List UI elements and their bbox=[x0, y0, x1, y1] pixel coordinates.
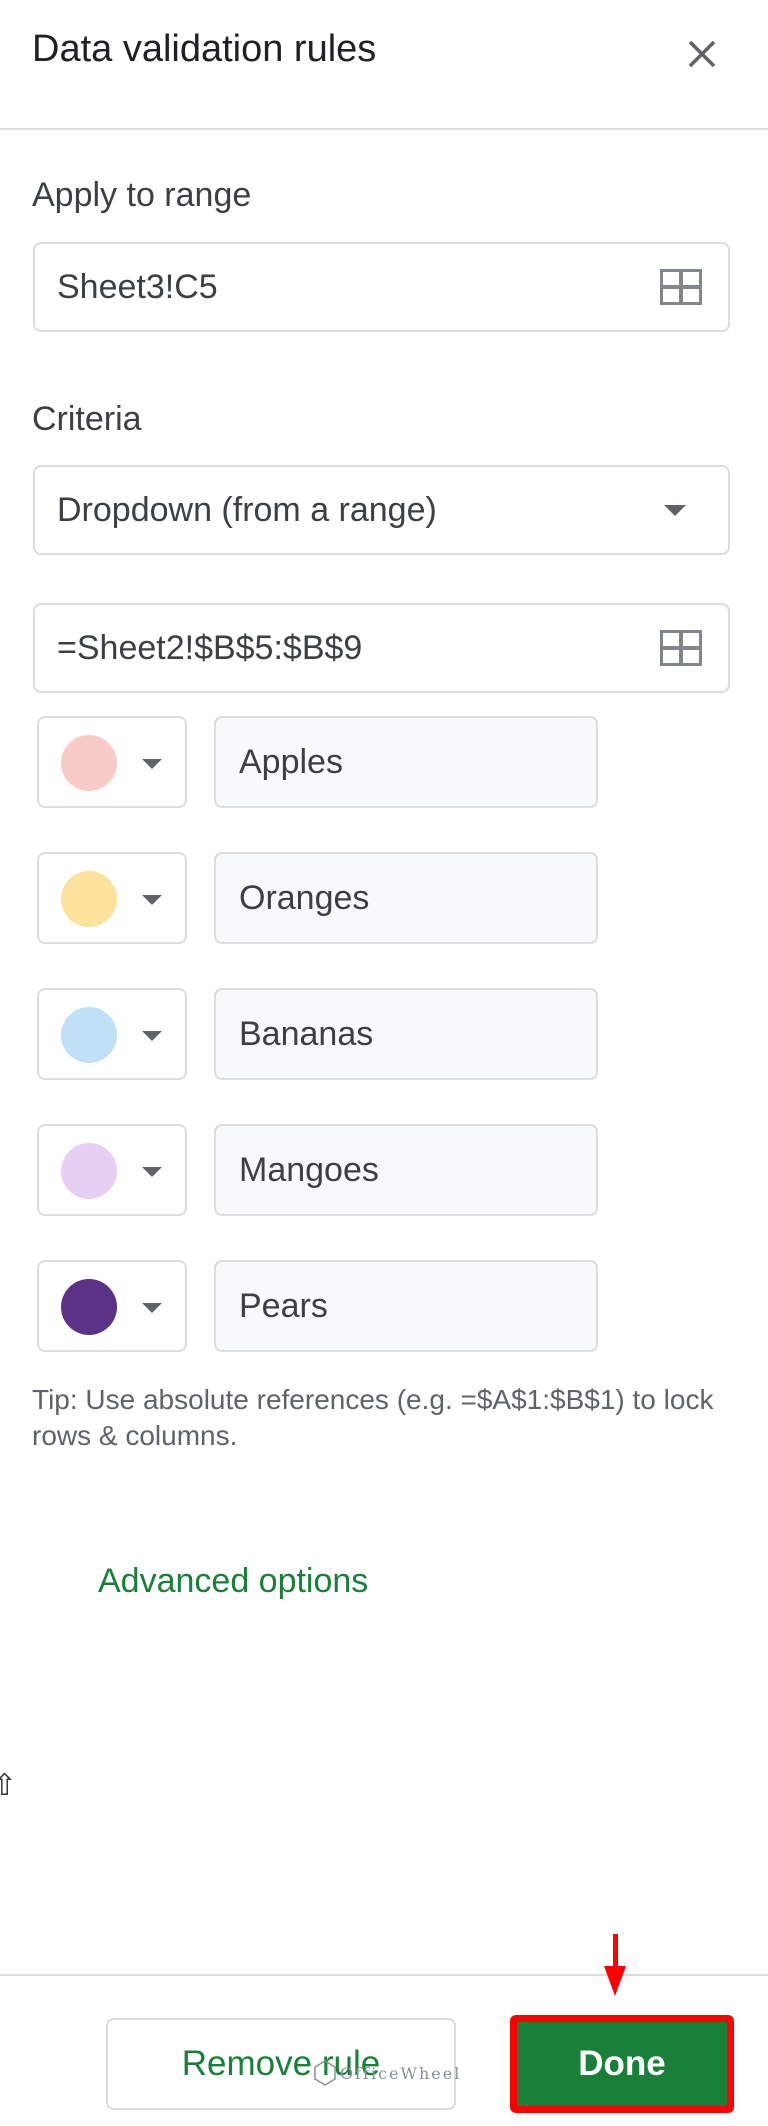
criteria-type-select[interactable]: Dropdown (from a range) bbox=[33, 465, 730, 555]
done-label: Done bbox=[578, 2044, 666, 2083]
apply-to-range-label: Apply to range bbox=[32, 176, 252, 214]
close-icon bbox=[688, 40, 716, 68]
footer-divider bbox=[0, 1974, 768, 1976]
chevron-down-icon bbox=[142, 1167, 162, 1177]
watermark-logo-icon bbox=[314, 2060, 336, 2086]
watermark: OfficeWheel bbox=[314, 2060, 461, 2086]
watermark-text: OfficeWheel bbox=[340, 2063, 462, 2083]
dropdown-item-input[interactable]: Bananas bbox=[214, 988, 598, 1080]
color-swatch-icon bbox=[61, 1007, 117, 1063]
dropdown-item-input[interactable]: Apples bbox=[214, 716, 598, 808]
color-picker-button[interactable] bbox=[37, 852, 187, 944]
close-button[interactable] bbox=[682, 34, 722, 74]
criteria-range-value[interactable]: =Sheet2!$B$5:$B$9 bbox=[57, 629, 660, 668]
color-picker-button[interactable] bbox=[37, 1124, 187, 1216]
mouse-cursor-icon: ⇧ bbox=[0, 1769, 18, 1802]
dropdown-item-value[interactable]: Oranges bbox=[239, 879, 369, 918]
advanced-options-link[interactable]: Advanced options bbox=[98, 1562, 368, 1601]
chevron-down-icon bbox=[142, 759, 162, 769]
select-range-icon[interactable] bbox=[660, 269, 702, 305]
color-swatch-icon bbox=[61, 1279, 117, 1335]
color-swatch-icon bbox=[61, 735, 117, 791]
apply-to-range-value[interactable]: Sheet3!C5 bbox=[57, 268, 660, 307]
dropdown-item-value[interactable]: Bananas bbox=[239, 1015, 373, 1054]
dropdown-item-value[interactable]: Mangoes bbox=[239, 1151, 379, 1190]
color-picker-button[interactable] bbox=[37, 988, 187, 1080]
panel-title: Data validation rules bbox=[32, 28, 377, 70]
color-swatch-icon bbox=[61, 1143, 117, 1199]
done-button[interactable]: Done bbox=[510, 2015, 734, 2113]
dropdown-item-input[interactable]: Pears bbox=[214, 1260, 598, 1352]
criteria-type-value: Dropdown (from a range) bbox=[57, 490, 437, 529]
dropdown-item-input[interactable]: Mangoes bbox=[214, 1124, 598, 1216]
color-picker-button[interactable] bbox=[37, 716, 187, 808]
chevron-down-icon bbox=[142, 1303, 162, 1313]
annotation-arrowhead-icon bbox=[604, 1966, 626, 1996]
color-swatch-icon bbox=[61, 871, 117, 927]
chevron-down-icon bbox=[142, 895, 162, 905]
chevron-down-icon bbox=[142, 1031, 162, 1041]
dropdown-item-value[interactable]: Pears bbox=[239, 1287, 328, 1326]
apply-to-range-input[interactable]: Sheet3!C5 bbox=[33, 242, 730, 332]
criteria-label: Criteria bbox=[32, 400, 142, 438]
tip-text: Tip: Use absolute references (e.g. =$A$1… bbox=[32, 1384, 714, 1451]
dropdown-item-input[interactable]: Oranges bbox=[214, 852, 598, 944]
color-picker-button[interactable] bbox=[37, 1260, 187, 1352]
select-range-icon[interactable] bbox=[660, 630, 702, 666]
header-divider bbox=[0, 128, 768, 130]
dropdown-item-value[interactable]: Apples bbox=[239, 743, 343, 782]
chevron-down-icon bbox=[664, 504, 686, 516]
criteria-range-input[interactable]: =Sheet2!$B$5:$B$9 bbox=[33, 603, 730, 693]
